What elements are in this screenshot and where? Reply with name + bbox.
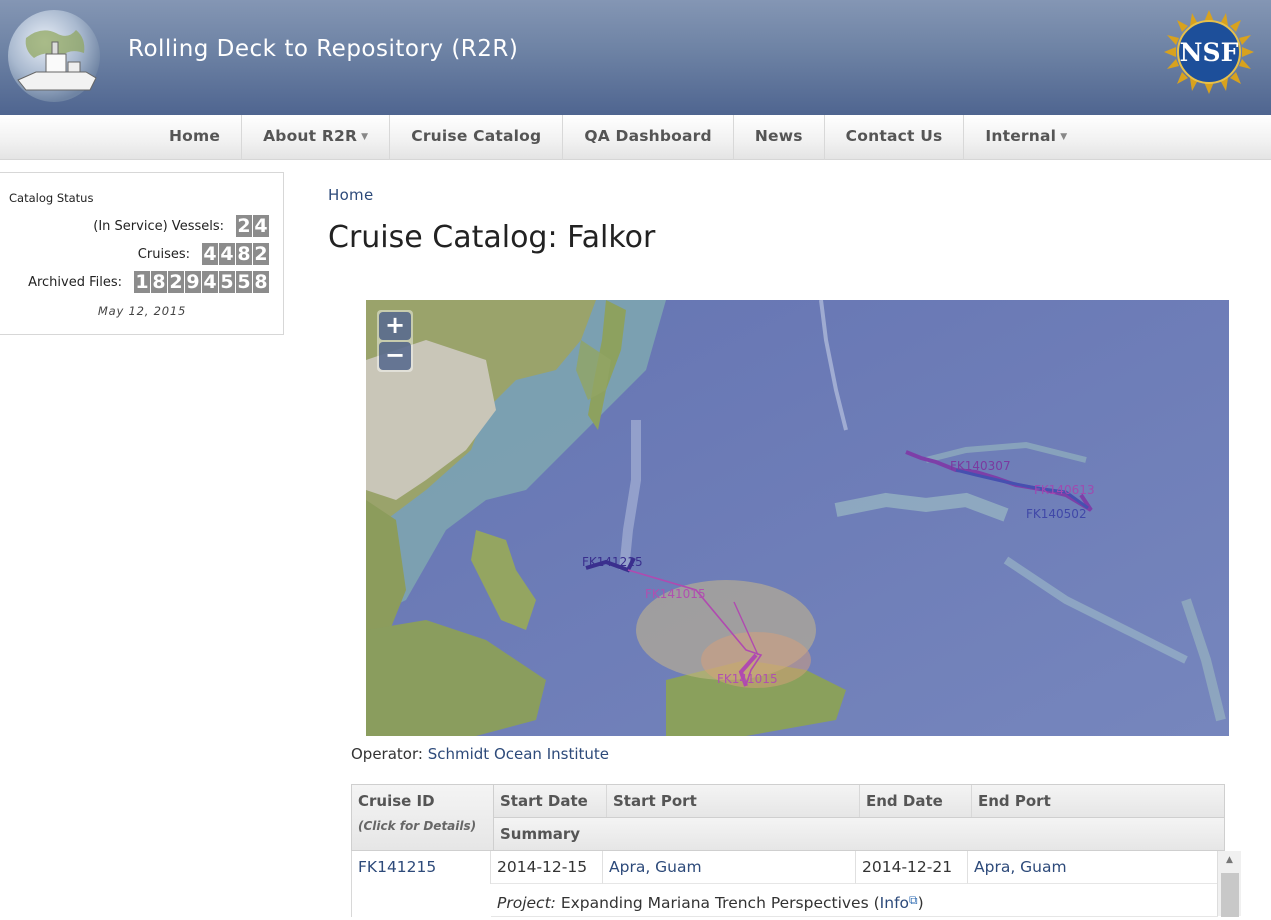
summary-cell: Project: Expanding Mariana Trench Perspe…	[491, 884, 1218, 917]
start-date-header[interactable]: Start Date	[494, 785, 607, 817]
cruise-id-header-label: Cruise ID	[358, 792, 435, 810]
info-paren-close: )	[917, 894, 924, 912]
vessels-stat: (In Service) Vessels: 24	[93, 215, 269, 237]
start-date-cell: 2014-12-15	[491, 851, 603, 884]
operator-label: Operator:	[351, 745, 423, 763]
nav-home[interactable]: Home	[148, 115, 241, 160]
cruise-map[interactable]: FK140307 FK140613 FK140502 FK141215 FK14…	[366, 300, 1229, 736]
map-label: FK141015	[717, 672, 778, 686]
files-counter: 18294558	[134, 271, 269, 293]
status-title: Catalog Status	[9, 191, 94, 205]
r2r-globe-logo[interactable]	[6, 8, 106, 108]
nav-home-label: Home	[169, 127, 221, 145]
summary-header: Summary	[500, 825, 581, 843]
counter-digit: 4	[253, 215, 269, 237]
counter-digit: 2	[253, 243, 269, 265]
chevron-down-icon: ▼	[361, 132, 369, 142]
nav-news[interactable]: News	[732, 115, 824, 160]
cruise-id-link[interactable]: FK141215	[352, 851, 491, 884]
start-port-header[interactable]: Start Port	[607, 785, 860, 817]
map-label: FK140502	[1026, 507, 1087, 521]
operator-link[interactable]: Schmidt Ocean Institute	[428, 745, 609, 763]
cruise-id-hint: (Click for Details)	[358, 819, 477, 833]
map-label: FK140307	[950, 459, 1011, 473]
end-port-header[interactable]: End Port	[972, 785, 1224, 817]
vessels-label: (In Service) Vessels:	[93, 218, 224, 234]
files-label: Archived Files:	[28, 274, 122, 290]
nav-qa-dashboard-label: QA Dashboard	[584, 127, 712, 145]
counter-digit: 4	[202, 271, 218, 293]
nav-qa-dashboard[interactable]: QA Dashboard	[562, 115, 733, 160]
main-nav: Home About R2R ▼ Cruise Catalog QA Dashbo…	[0, 115, 1271, 160]
cruises-counter: 4482	[202, 243, 269, 265]
map-label: FK141215	[582, 555, 643, 569]
end-date-header[interactable]: End Date	[860, 785, 972, 817]
status-date: May 12, 2015	[97, 304, 187, 318]
nav-about-label: About R2R	[263, 127, 358, 145]
map-canvas[interactable]	[366, 300, 1229, 736]
nav-contact-label: Contact Us	[845, 127, 943, 145]
cruise-id-header[interactable]: Cruise ID (Click for Details)	[351, 784, 494, 851]
end-date-cell: 2014-12-21	[856, 851, 968, 884]
site-header: Rolling Deck to Repository (R2R) NSF	[0, 0, 1271, 115]
info-link[interactable]: Info	[880, 894, 909, 912]
counter-digit: 5	[236, 271, 252, 293]
files-stat: Archived Files: 18294558	[28, 271, 269, 293]
counter-digit: 8	[151, 271, 167, 293]
table-row: FK141215 2014-12-15 Apra, Guam 2014-12-2…	[351, 851, 1225, 917]
project-label: Project:	[497, 894, 556, 912]
nav-internal[interactable]: Internal ▼	[963, 115, 1088, 160]
counter-digit: 2	[168, 271, 184, 293]
scroll-thumb[interactable]	[1221, 873, 1239, 917]
nav-cruise-catalog-label: Cruise Catalog	[411, 127, 542, 145]
map-label: FK140613	[1034, 483, 1095, 497]
nav-news-label: News	[754, 127, 803, 145]
nav-internal-label: Internal	[985, 127, 1057, 145]
page-title: Cruise Catalog: Falkor	[328, 220, 656, 255]
project-name: Expanding Mariana Trench Perspectives	[560, 894, 869, 912]
table-header-row-2: Summary	[493, 818, 1225, 851]
cruise-table: Cruise ID (Click for Details) Start Date…	[351, 784, 1225, 917]
operator-line: Operator: Schmidt Ocean Institute	[351, 745, 609, 763]
scroll-up-icon[interactable]: ▲	[1218, 851, 1241, 865]
end-port-cell: Apra, Guam	[968, 851, 1218, 884]
zoom-control: + −	[377, 310, 413, 372]
site-title[interactable]: Rolling Deck to Repository (R2R)	[128, 36, 518, 62]
counter-digit: 8	[236, 243, 252, 265]
counter-digit: 4	[202, 243, 218, 265]
counter-digit: 5	[219, 271, 235, 293]
table-header-row: Start Date Start Port End Date End Port	[493, 784, 1225, 818]
vessels-counter: 24	[236, 215, 269, 237]
start-port-cell: Apra, Guam	[603, 851, 856, 884]
nav-cruise-catalog[interactable]: Cruise Catalog	[389, 115, 562, 160]
cruises-stat: Cruises: 4482	[138, 243, 269, 265]
nav-about-r2r[interactable]: About R2R ▼	[241, 115, 389, 160]
counter-digit: 8	[253, 271, 269, 293]
zoom-in-button[interactable]: +	[379, 312, 411, 340]
counter-digit: 2	[236, 215, 252, 237]
counter-digit: 4	[219, 243, 235, 265]
svg-text:NSF: NSF	[1180, 38, 1239, 67]
breadcrumb-home[interactable]: Home	[328, 186, 374, 204]
external-link-icon[interactable]: ⧉	[909, 893, 918, 907]
nsf-logo[interactable]: NSF	[1162, 10, 1256, 94]
table-scrollbar[interactable]: ▲	[1217, 851, 1241, 917]
map-label: FK141015	[645, 587, 706, 601]
counter-digit: 1	[134, 271, 150, 293]
cruises-label: Cruises:	[137, 246, 190, 262]
zoom-out-button[interactable]: −	[379, 342, 411, 370]
counter-digit: 9	[185, 271, 201, 293]
chevron-down-icon: ▼	[1060, 132, 1068, 142]
nav-contact-us[interactable]: Contact Us	[823, 115, 964, 160]
catalog-status-panel: Catalog Status (In Service) Vessels: 24 …	[0, 172, 284, 335]
